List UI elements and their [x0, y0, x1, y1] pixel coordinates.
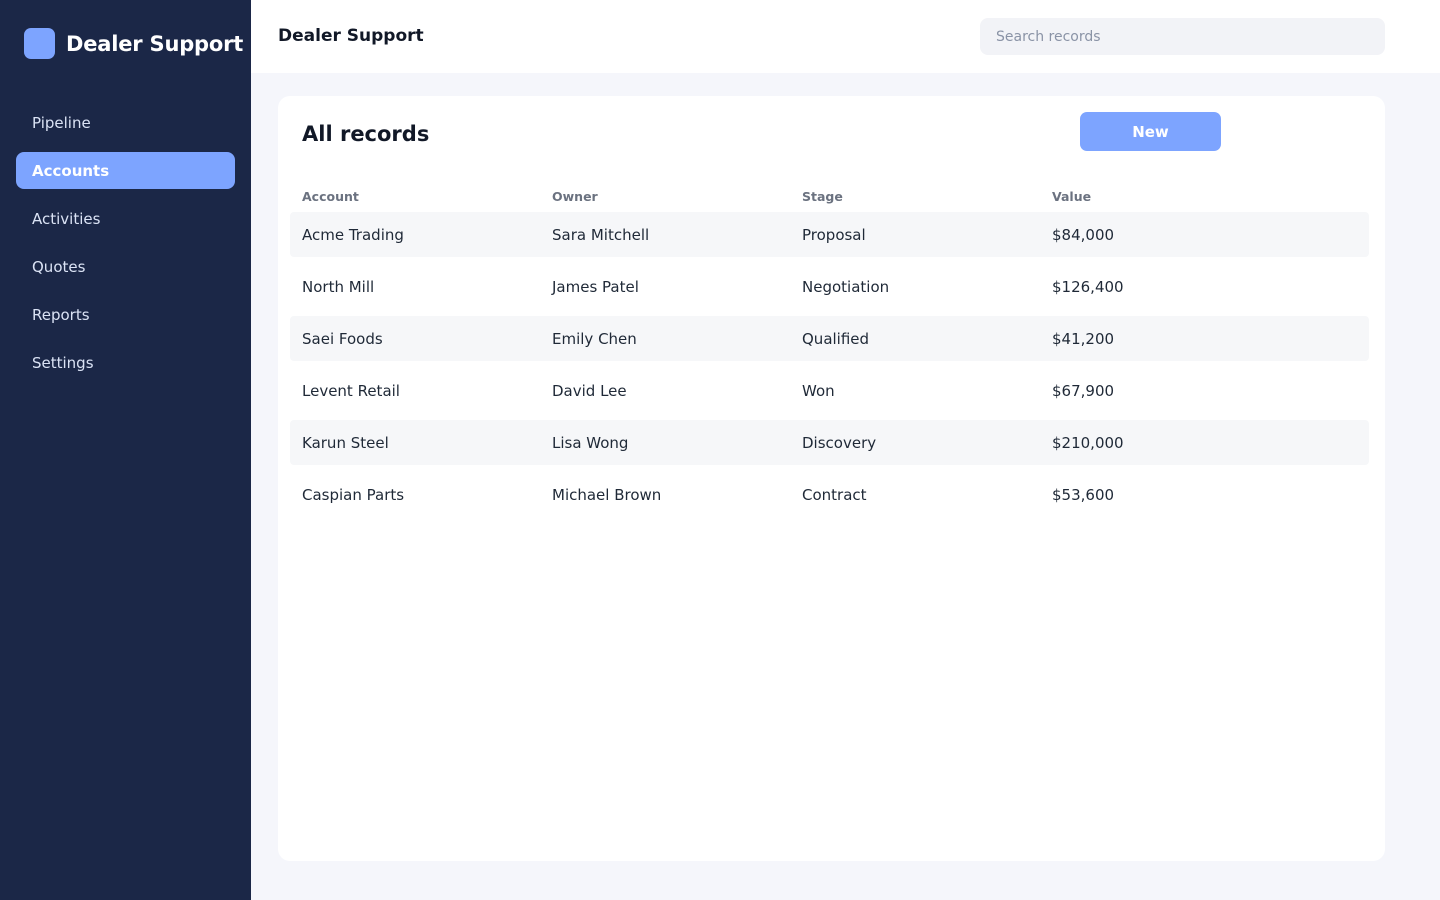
- app-window: Dealer Support Pipeline Accounts Activit…: [0, 0, 1440, 900]
- cell-value: $53,600: [1052, 485, 1115, 504]
- cell-owner: Michael Brown: [552, 485, 662, 504]
- records-card: All records New Account Owner Stage Valu…: [278, 96, 1385, 861]
- cell-account: North Mill: [302, 277, 375, 296]
- cell-owner: David Lee: [552, 381, 627, 400]
- sidebar-item-label: Reports: [32, 305, 90, 324]
- cell-value: $67,900: [1052, 381, 1115, 400]
- cell-account: Karun Steel: [302, 433, 389, 452]
- brand-name: Dealer Support: [66, 31, 244, 56]
- cell-account: Levent Retail: [302, 381, 400, 400]
- cell-stage: Qualified: [802, 329, 870, 348]
- search-input[interactable]: [980, 18, 1385, 55]
- cell-value: $41,200: [1052, 329, 1115, 348]
- cell-value: $84,000: [1052, 225, 1115, 244]
- cell-stage: Negotiation: [802, 277, 890, 296]
- sidebar-item-accounts[interactable]: Accounts: [16, 152, 235, 189]
- table-row[interactable]: Karun Steel Lisa Wong Discovery $210,000: [290, 420, 1369, 465]
- column-header-stage[interactable]: Stage: [790, 189, 1040, 204]
- column-header-account[interactable]: Account: [290, 189, 540, 204]
- sidebar-item-label: Quotes: [32, 257, 86, 276]
- column-header-owner[interactable]: Owner: [540, 189, 790, 204]
- cell-account: Caspian Parts: [302, 485, 405, 504]
- cell-account: Acme Trading: [302, 225, 404, 244]
- brand: Dealer Support: [24, 28, 243, 59]
- page-title: Dealer Support: [278, 26, 424, 46]
- sidebar-nav: Pipeline Accounts Activities Quotes Repo…: [16, 104, 235, 392]
- sidebar-item-reports[interactable]: Reports: [16, 296, 235, 333]
- cell-account: Saei Foods: [302, 329, 383, 348]
- cell-owner: James Patel: [552, 277, 639, 296]
- table-header: Account Owner Stage Value: [290, 180, 1369, 212]
- table-row[interactable]: Caspian Parts Michael Brown Contract $53…: [290, 472, 1369, 517]
- sidebar-item-pipeline[interactable]: Pipeline: [16, 104, 235, 141]
- table-row[interactable]: Levent Retail David Lee Won $67,900: [290, 368, 1369, 413]
- sidebar-item-quotes[interactable]: Quotes: [16, 248, 235, 285]
- table-row[interactable]: North Mill James Patel Negotiation $126,…: [290, 264, 1369, 309]
- cell-stage: Contract: [802, 485, 867, 504]
- sidebar-item-label: Activities: [32, 209, 101, 228]
- table-row[interactable]: Saei Foods Emily Chen Qualified $41,200: [290, 316, 1369, 361]
- sidebar-item-activities[interactable]: Activities: [16, 200, 235, 237]
- cell-stage: Discovery: [802, 433, 877, 452]
- sidebar: Dealer Support Pipeline Accounts Activit…: [0, 0, 251, 900]
- cell-stage: Won: [802, 381, 835, 400]
- records-table: Account Owner Stage Value Acme Trading S…: [290, 180, 1369, 524]
- cell-stage: Proposal: [802, 225, 866, 244]
- cell-owner: Sara Mitchell: [552, 225, 650, 244]
- cell-owner: Lisa Wong: [552, 433, 629, 452]
- cell-value: $126,400: [1052, 277, 1124, 296]
- sidebar-item-label: Accounts: [32, 161, 110, 180]
- sidebar-item-settings[interactable]: Settings: [16, 344, 235, 381]
- cell-value: $210,000: [1052, 433, 1124, 452]
- card-title: All records: [302, 122, 430, 146]
- cell-owner: Emily Chen: [552, 329, 637, 348]
- top-bar: Dealer Support: [251, 0, 1440, 73]
- column-header-value[interactable]: Value: [1040, 189, 1290, 204]
- sidebar-item-label: Pipeline: [32, 113, 91, 132]
- new-record-button[interactable]: New: [1080, 112, 1221, 151]
- table-row[interactable]: Acme Trading Sara Mitchell Proposal $84,…: [290, 212, 1369, 257]
- brand-logo-icon: [24, 28, 55, 59]
- sidebar-item-label: Settings: [32, 353, 94, 372]
